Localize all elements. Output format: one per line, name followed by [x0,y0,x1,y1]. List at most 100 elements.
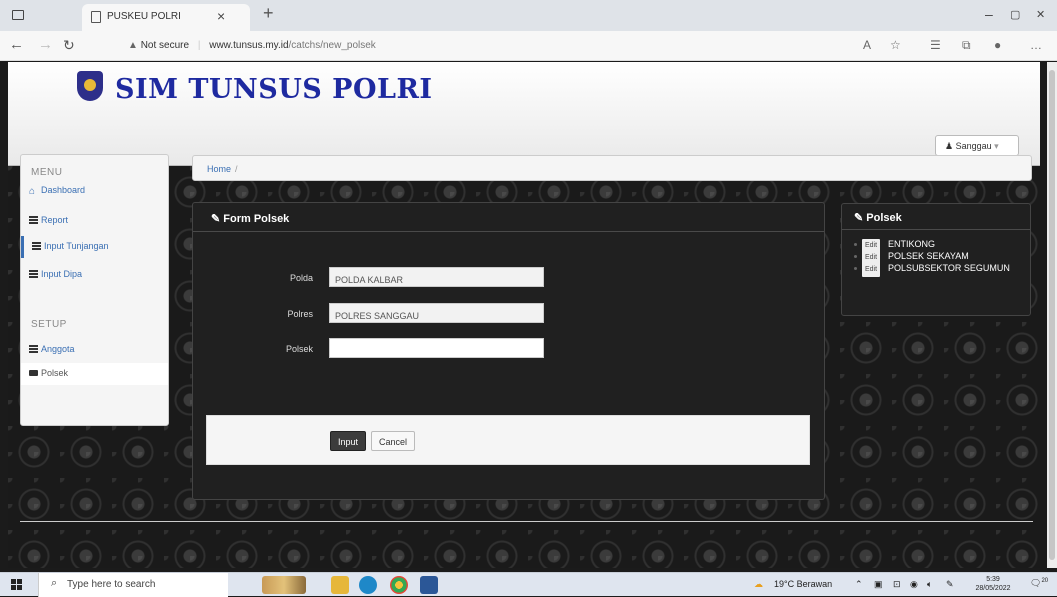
page-scrollbar[interactable] [1047,62,1057,568]
more-icon[interactable]: … [1030,38,1042,52]
polsek-list: Edit ENTIKONG Edit POLSEK SEKAYAM Edit P… [852,238,1027,277]
weather-label[interactable]: 19°C Berawan [774,579,832,589]
polsek-name: POLSEK SEKAYAM [888,251,969,261]
cancel-button[interactable]: Cancel [371,431,416,451]
volume-icon[interactable]: 🔈︎ [927,579,932,590]
panel-header: ✎ Form Polsek [193,203,824,232]
footer-divider [20,521,1033,522]
user-menu-button[interactable]: ♟ Sanggau ▾ [935,135,1019,156]
forward-icon: → [38,36,53,53]
input-button[interactable]: Input [330,431,367,451]
edit-button[interactable]: Edit [862,263,881,277]
search-icon: ⌕ [51,577,58,589]
sidebar: MENU ⌂ Dashboard Report Input Tunjangan I… [20,154,169,426]
edit-icon: ✎ [211,213,221,225]
form-polsek-panel: ✎ Form Polsek Polda Polres Polsek Input … [192,202,825,500]
pen-icon[interactable]: ✎ [946,579,954,590]
notification-icon[interactable]: 🗨︎20 [1030,578,1048,589]
polda-field[interactable] [329,267,544,287]
polsek-list-panel: ✎ Polsek Edit ENTIKONG Edit POLSEK SEKAY… [841,203,1031,316]
polsek-name: ENTIKONG [888,239,936,249]
not-secure-label: Not secure [140,40,190,51]
weather-icon: ☁ [754,579,763,589]
new-tab-icon[interactable]: + [263,3,274,24]
word-icon[interactable] [420,576,438,594]
panel-title: Polsek [866,212,902,224]
clock[interactable]: 5:39 28/05/2022 [966,575,1020,593]
panel-header: ✎ Polsek [842,204,1030,230]
favorites-icon[interactable]: ☰ [930,38,941,52]
breadcrumb-home-link[interactable]: Home [207,164,231,174]
tab-title: PUSKEU POLRI [107,11,181,22]
sidebar-item-label: Report [41,215,69,225]
tab-close-icon[interactable]: × [217,8,225,24]
polsek-label: Polsek [285,344,313,354]
setup-heading: SETUP [31,319,67,330]
site-header: SIM TUNSUS POLRI ♟ Sanggau ▾ [8,62,1040,166]
list-icon [29,216,38,224]
windows-start-icon[interactable] [11,579,22,590]
tab-actions-icon[interactable] [12,10,24,20]
url-field[interactable]: ▲ Not secure | www.tunsus.my.id/catchs/n… [128,40,376,51]
network-icon[interactable]: ⊡ [893,579,901,590]
sidebar-item-label: Input Tunjangan [44,241,109,251]
profile-icon[interactable]: ● [994,38,1001,52]
taskbar: ⌕ Type here to search ☁ 19°C Berawan ⌃ ▣… [0,572,1057,597]
polsek-field[interactable] [329,338,544,358]
url-host: www.tunsus.my.id [209,40,289,51]
breadcrumb: Home / [192,155,1032,181]
police-logo-icon [77,71,103,101]
sidebar-item-input-tunjangan[interactable]: Input Tunjangan [21,236,168,258]
sidebar-item-report[interactable]: Report [21,210,168,232]
breadcrumb-separator: / [235,164,238,174]
list-item: Edit POLSEK SEKAYAM [852,250,1027,265]
list-icon [32,242,41,250]
form-actions: Input Cancel [206,415,810,465]
sidebar-item-anggota[interactable]: Anggota [21,339,168,361]
page-icon [91,11,101,23]
address-bar: ← → ↻ ▲ Not secure | www.tunsus.my.id/ca… [0,31,1057,61]
tray-chrome-icon[interactable]: ◉ [910,579,918,590]
user-menu-label: Sanggau [955,141,992,151]
search-placeholder: Type here to search [67,579,156,590]
url-path: /catchs/new_polsek [288,40,376,51]
list-item: Edit POLSUBSEKTOR SEGUMUN [852,262,1027,277]
collections-icon[interactable]: ⧉ [962,38,971,53]
list-icon [29,345,38,353]
chevron-up-icon[interactable]: ⌃ [855,579,863,590]
taskbar-search[interactable]: ⌕ Type here to search [38,573,228,597]
sidebar-item-label: Anggota [41,344,75,354]
menu-heading: MENU [31,167,63,178]
browser-tab[interactable]: PUSKEU POLRI × [82,4,250,31]
scrollbar-thumb[interactable] [1049,70,1055,560]
sidebar-item-input-dipa[interactable]: Input Dipa [21,264,168,286]
sidebar-item-label: Input Dipa [41,269,83,279]
browser-tab-bar: PUSKEU POLRI × + – ▢ ✕ [0,0,1057,31]
polres-field[interactable] [329,303,544,323]
refresh-icon[interactable]: ↻ [63,37,75,54]
file-explorer-icon[interactable] [331,576,349,594]
polres-label: Polres [287,309,313,319]
news-widget-icon[interactable] [262,576,306,594]
sidebar-item-dashboard[interactable]: ⌂ Dashboard [21,180,168,202]
edge-icon[interactable] [359,576,377,594]
polsek-name: POLSUBSEKTOR SEGUMUN [888,263,1010,273]
sidebar-item-polsek[interactable]: Polsek [21,363,168,385]
chrome-icon[interactable] [390,576,408,594]
sidebar-item-label: Dashboard [41,185,86,195]
restore-icon[interactable]: ▢ [1010,8,1020,21]
home-icon: ⌂ [29,186,36,197]
clock-time: 5:39 [986,576,1000,583]
sidebar-item-label: Polsek [41,368,69,378]
close-window-icon[interactable]: ✕ [1036,8,1045,21]
minimize-icon[interactable]: – [985,6,993,22]
back-icon[interactable]: ← [9,36,24,53]
site-title[interactable]: SIM TUNSUS POLRI [115,74,433,105]
warning-icon: ▲ [128,40,138,51]
favorite-add-icon[interactable]: ☆ [890,38,901,52]
edit-icon: ✎ [854,212,864,224]
tray-app-icon[interactable]: ▣ [874,579,883,590]
read-aloud-icon[interactable]: A [863,38,871,52]
clock-date: 28/05/2022 [975,585,1011,592]
polda-label: Polda [289,273,313,283]
